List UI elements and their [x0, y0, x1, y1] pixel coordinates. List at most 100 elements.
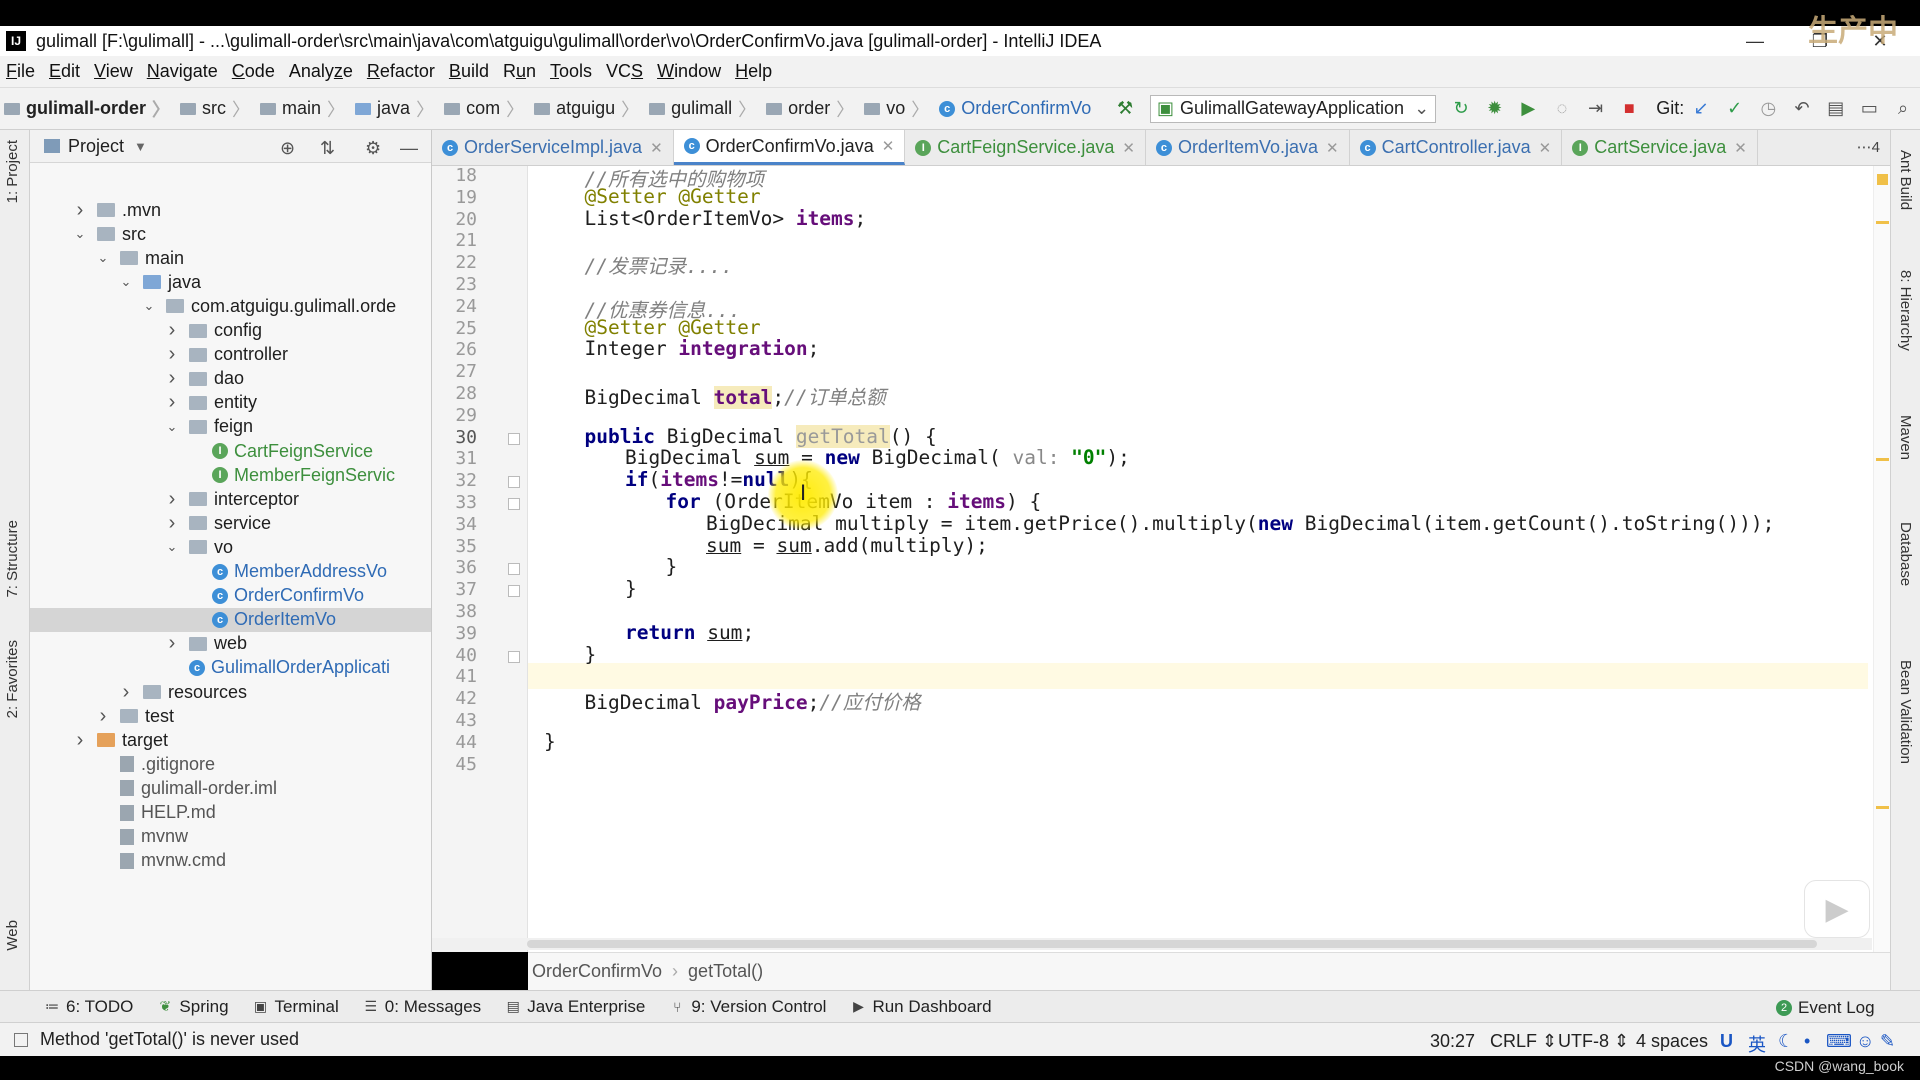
tree-item[interactable]: › web — [30, 632, 431, 656]
tree-item[interactable]: › entity — [30, 391, 431, 415]
attach-debugger-icon[interactable]: ⇥ — [1586, 98, 1606, 120]
tool-window-java-enterprise[interactable]: ▤ Java Enterprise — [505, 997, 646, 1017]
tab-orderconfirmvo[interactable]: c OrderConfirmVo.java ✕ — [673, 130, 906, 165]
run-with-coverage-icon[interactable]: ▶ — [1519, 98, 1539, 120]
tab-cartcontroller[interactable]: c CartController.java ✕ — [1350, 130, 1563, 165]
tree-item[interactable]: › .mvn — [30, 198, 431, 222]
collapse-all-icon[interactable]: ⇅ — [320, 138, 335, 159]
rollback-icon[interactable]: ↶ — [1792, 98, 1812, 120]
tree-item[interactable]: ⌄ feign — [30, 415, 431, 439]
tab-orderitemvo[interactable]: c OrderItemVo.java ✕ — [1146, 130, 1350, 165]
tree-item[interactable]: › resources — [30, 680, 431, 704]
tool-window----version-control[interactable]: ⑂ 9: Version Control — [669, 997, 826, 1017]
tree-item[interactable]: ⌄ src — [30, 222, 431, 246]
project-panel-title[interactable]: Project — [68, 136, 124, 157]
chevron-down-icon[interactable]: ⌄ — [73, 226, 87, 242]
code-editor[interactable]: 18 19 20 21 22 23 24 25 26 27 28 29 30 31 32 33 34 35 36 37… — [432, 166, 1890, 952]
tree-item[interactable]: ⌄ java — [30, 270, 431, 294]
tab-hierarchy[interactable]: 8: Hierarchy — [1897, 270, 1914, 351]
chevron-right-icon[interactable]: › — [96, 705, 110, 728]
menu-view[interactable]: View — [94, 61, 133, 82]
tab-project-tool[interactable]: 1: Project — [4, 140, 21, 203]
fold-toggle-icon[interactable] — [508, 476, 520, 489]
chevron-down-icon[interactable]: ⌄ — [119, 274, 133, 290]
tabs-overflow-menu[interactable]: ⋯4 — [1857, 138, 1880, 156]
tool-window-spring[interactable]: ❦ Spring — [157, 997, 229, 1017]
tree-item[interactable]: › controller — [30, 343, 431, 367]
close-tab-icon[interactable]: ✕ — [1734, 139, 1747, 157]
presentation-icon[interactable]: ▭ — [1860, 98, 1880, 120]
chevron-right-icon[interactable]: › — [165, 319, 179, 342]
chevron-right-icon[interactable]: › — [165, 512, 179, 535]
chevron-down-icon[interactable]: ⌄ — [96, 250, 110, 266]
chevron-right-icon[interactable]: › — [165, 367, 179, 390]
project-structure-icon[interactable]: ▤ — [1826, 98, 1846, 120]
chevron-right-icon[interactable]: › — [165, 632, 179, 655]
hammer-build-icon[interactable]: ⚒ — [1115, 98, 1135, 120]
tab-web-tool[interactable]: Web — [4, 920, 21, 951]
nav-crumb-gulimall-order[interactable]: gulimall-order 〉 — [4, 96, 176, 122]
tool-window----messages[interactable]: ☰ 0: Messages — [363, 997, 482, 1017]
menu-build[interactable]: Build — [449, 61, 489, 82]
menu-navigate[interactable]: Navigate — [147, 61, 218, 82]
tab-ant-build[interactable]: Ant Build — [1897, 150, 1914, 210]
fold-toggle-icon[interactable] — [508, 650, 520, 663]
horizontal-scrollbar[interactable] — [432, 938, 1872, 950]
tab-cartfeignservice[interactable]: I CartFeignService.java ✕ — [905, 130, 1146, 165]
run-configuration-select[interactable]: ▣ GulimallGatewayApplication ⌄ — [1149, 94, 1437, 123]
chevron-down-icon[interactable]: ▼ — [134, 139, 147, 154]
chevron-right-icon[interactable]: › — [165, 343, 179, 366]
event-log-button[interactable]: 2 Event Log — [1776, 998, 1875, 1018]
menu-run[interactable]: Run — [503, 61, 536, 82]
chevron-right-icon[interactable]: › — [73, 729, 87, 752]
horizontal-scroll-thumb[interactable] — [527, 940, 1817, 948]
close-tab-icon[interactable]: ✕ — [650, 139, 663, 157]
tree-item[interactable]: I MemberFeignServic — [30, 463, 431, 487]
warning-mark[interactable] — [1876, 221, 1889, 224]
fold-toggle-icon[interactable] — [508, 432, 520, 445]
search-icon[interactable]: ⌕ — [1893, 98, 1913, 120]
indent-select[interactable]: 4 spaces — [1636, 1031, 1708, 1052]
chevron-right-icon[interactable]: › — [165, 488, 179, 511]
tab-cartservice[interactable]: I CartService.java ✕ — [1562, 130, 1758, 165]
tree-item[interactable]: mvnw — [30, 825, 431, 849]
git-history-icon[interactable]: ◷ — [1759, 98, 1779, 120]
nav-crumb-com[interactable]: com 〉 — [444, 96, 530, 122]
chevron-right-icon[interactable]: › — [73, 199, 87, 222]
tree-item[interactable]: c OrderConfirmVo — [30, 584, 431, 608]
debug-bug-icon[interactable]: ✹ — [1485, 98, 1505, 120]
error-stripe[interactable] — [1873, 166, 1890, 952]
tree-item[interactable]: c OrderItemVo — [30, 607, 431, 632]
nav-crumb-order[interactable]: order 〉 — [766, 96, 860, 122]
tree-item[interactable]: mvnw.cmd — [30, 849, 431, 873]
warning-indicator-icon[interactable] — [1877, 174, 1888, 185]
nav-crumb-atguigu[interactable]: atguigu 〉 — [534, 96, 645, 122]
nav-crumb-main[interactable]: main 〉 — [260, 96, 351, 122]
minimize-button[interactable]: — — [1730, 26, 1780, 56]
line-separator-select[interactable]: CRLF ⇕ — [1490, 1031, 1557, 1052]
menu-analyze[interactable]: Analyze — [289, 61, 353, 82]
tree-item[interactable]: ⌄ vo — [30, 535, 431, 559]
tool-window-terminal[interactable]: ▣ Terminal — [253, 997, 339, 1017]
tab-structure-tool[interactable]: 7: Structure — [4, 520, 21, 598]
tree-item[interactable]: .gitignore — [30, 752, 431, 776]
chevron-down-icon[interactable]: ⌄ — [165, 419, 179, 435]
git-update-icon[interactable]: ↙ — [1691, 98, 1711, 120]
tab-bean-validation[interactable]: Bean Validation — [1897, 660, 1914, 764]
warning-mark[interactable] — [1876, 806, 1889, 809]
close-tab-icon[interactable]: ✕ — [1326, 139, 1339, 157]
tool-window-run-dashboard[interactable]: ▶ Run Dashboard — [850, 997, 991, 1017]
tree-item[interactable]: › dao — [30, 367, 431, 391]
tree-item[interactable]: › service — [30, 511, 431, 535]
nav-crumb-orderconfirmvo[interactable]: c OrderConfirmVo — [939, 98, 1091, 119]
encoding-select[interactable]: UTF-8 ⇕ — [1558, 1031, 1629, 1052]
ime-language-indicator[interactable]: 英 — [1748, 1031, 1766, 1057]
rerun-icon[interactable]: ↻ — [1451, 98, 1471, 120]
fold-toggle-icon[interactable] — [508, 585, 520, 598]
nav-crumb-java[interactable]: java 〉 — [355, 96, 440, 122]
menu-help[interactable]: Help — [735, 61, 772, 82]
menu-refactor[interactable]: Refactor — [367, 61, 435, 82]
tab-favorites-tool[interactable]: 2: Favorites — [4, 640, 21, 718]
gear-icon[interactable]: ⚙ — [365, 138, 381, 159]
nav-crumb-vo[interactable]: vo 〉 — [864, 96, 935, 122]
